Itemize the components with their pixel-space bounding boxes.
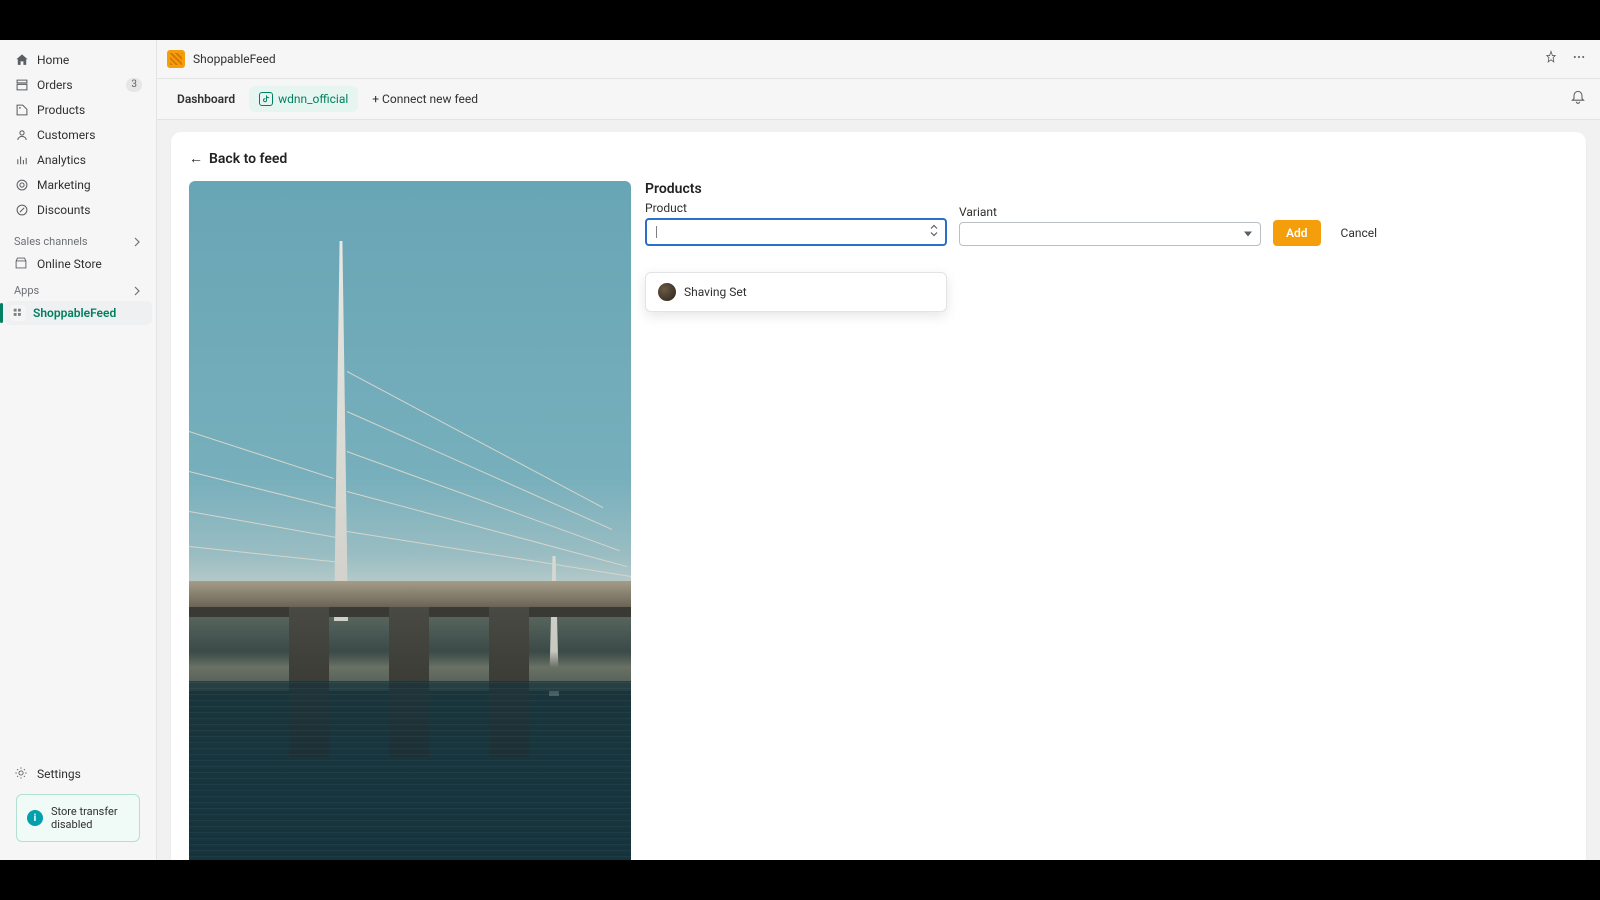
tab-dashboard[interactable]: Dashboard	[167, 86, 245, 112]
orders-icon	[14, 77, 30, 93]
nav-label: Home	[37, 53, 69, 67]
discounts-icon	[14, 202, 30, 218]
product-thumbnail	[658, 283, 676, 301]
products-icon	[14, 102, 30, 118]
tab-label: Dashboard	[177, 92, 235, 106]
nav-orders[interactable]: Orders 3	[8, 73, 148, 97]
store-transfer-info: i Store transfer disabled	[16, 794, 140, 842]
pin-button[interactable]	[1540, 46, 1562, 72]
tab-feed[interactable]: wdnn_official	[249, 86, 358, 112]
nav-label: Customers	[37, 128, 95, 142]
nav-label: Orders	[37, 78, 73, 92]
nav-products[interactable]: Products	[8, 98, 148, 122]
analytics-icon	[14, 152, 30, 168]
nav-marketing[interactable]: Marketing	[8, 173, 148, 197]
add-button[interactable]: Add	[1273, 220, 1321, 246]
product-dropdown: Shaving Set	[645, 272, 947, 312]
sales-channels-header[interactable]: Sales channels	[0, 227, 156, 252]
main: ShoppableFeed Dashboard wdnn_official + …	[157, 40, 1600, 860]
customers-icon	[14, 127, 30, 143]
products-form: Products Product	[645, 181, 1568, 860]
nav-label: ShoppableFeed	[33, 306, 116, 320]
nav-app-shoppablefeed[interactable]: ShoppableFeed	[4, 301, 152, 325]
chevron-right-icon	[132, 286, 142, 296]
store-icon	[14, 256, 30, 272]
dropdown-item-label: Shaving Set	[684, 285, 747, 299]
apps-header[interactable]: Apps	[0, 276, 156, 301]
section-label: Apps	[14, 284, 39, 297]
marketing-icon	[14, 177, 30, 193]
variant-select[interactable]	[959, 222, 1261, 246]
app-header: ShoppableFeed	[157, 40, 1600, 79]
tab-connect-new[interactable]: + Connect new feed	[362, 86, 488, 112]
content: ← Back to feed	[157, 120, 1600, 860]
more-button[interactable]	[1568, 46, 1590, 72]
nav-discounts[interactable]: Discounts	[8, 198, 148, 222]
back-label: Back to feed	[209, 151, 287, 167]
nav-settings[interactable]: Settings	[8, 762, 148, 786]
select-arrows-icon	[929, 224, 939, 241]
nav-label: Discounts	[37, 203, 90, 217]
gear-icon	[14, 766, 30, 782]
section-label: Sales channels	[14, 235, 88, 248]
nav-label: Settings	[37, 767, 81, 781]
app-title: ShoppableFeed	[193, 52, 276, 66]
product-select[interactable]: Shaving Set	[645, 218, 947, 246]
nav-label: Online Store	[37, 257, 102, 271]
info-icon: i	[27, 810, 43, 826]
back-to-feed-button[interactable]: ← Back to feed	[189, 150, 287, 167]
nav-label: Analytics	[37, 153, 86, 167]
nav-label: Products	[37, 103, 85, 117]
product-label: Product	[645, 201, 947, 215]
arrow-left-icon: ←	[189, 150, 203, 167]
primary-nav: Home Orders 3 Products Customers Analyti…	[0, 44, 156, 227]
sidebar: Home Orders 3 Products Customers Analyti…	[0, 40, 157, 860]
cancel-button[interactable]: Cancel	[1333, 220, 1386, 246]
tab-label: wdnn_official	[278, 92, 348, 106]
dropdown-item[interactable]: Shaving Set	[646, 277, 946, 307]
nav-analytics[interactable]: Analytics	[8, 148, 148, 172]
home-icon	[14, 52, 30, 68]
tabs: Dashboard wdnn_official + Connect new fe…	[157, 79, 1600, 120]
app-logo-icon	[167, 50, 185, 68]
info-text: Store transfer disabled	[51, 805, 129, 831]
feed-image	[189, 181, 631, 860]
tiktok-icon	[259, 92, 273, 106]
nav-customers[interactable]: Customers	[8, 123, 148, 147]
chevron-right-icon	[132, 237, 142, 247]
orders-badge: 3	[126, 78, 142, 92]
card: ← Back to feed	[171, 132, 1586, 860]
products-title: Products	[645, 181, 1568, 197]
tab-label: + Connect new feed	[372, 92, 478, 106]
nav-label: Marketing	[37, 178, 91, 192]
variant-label: Variant	[959, 205, 1261, 219]
nav-home[interactable]: Home	[8, 48, 148, 72]
app-icon	[10, 305, 26, 321]
nav-online-store[interactable]: Online Store	[8, 252, 148, 276]
notifications-button[interactable]	[1566, 85, 1590, 113]
